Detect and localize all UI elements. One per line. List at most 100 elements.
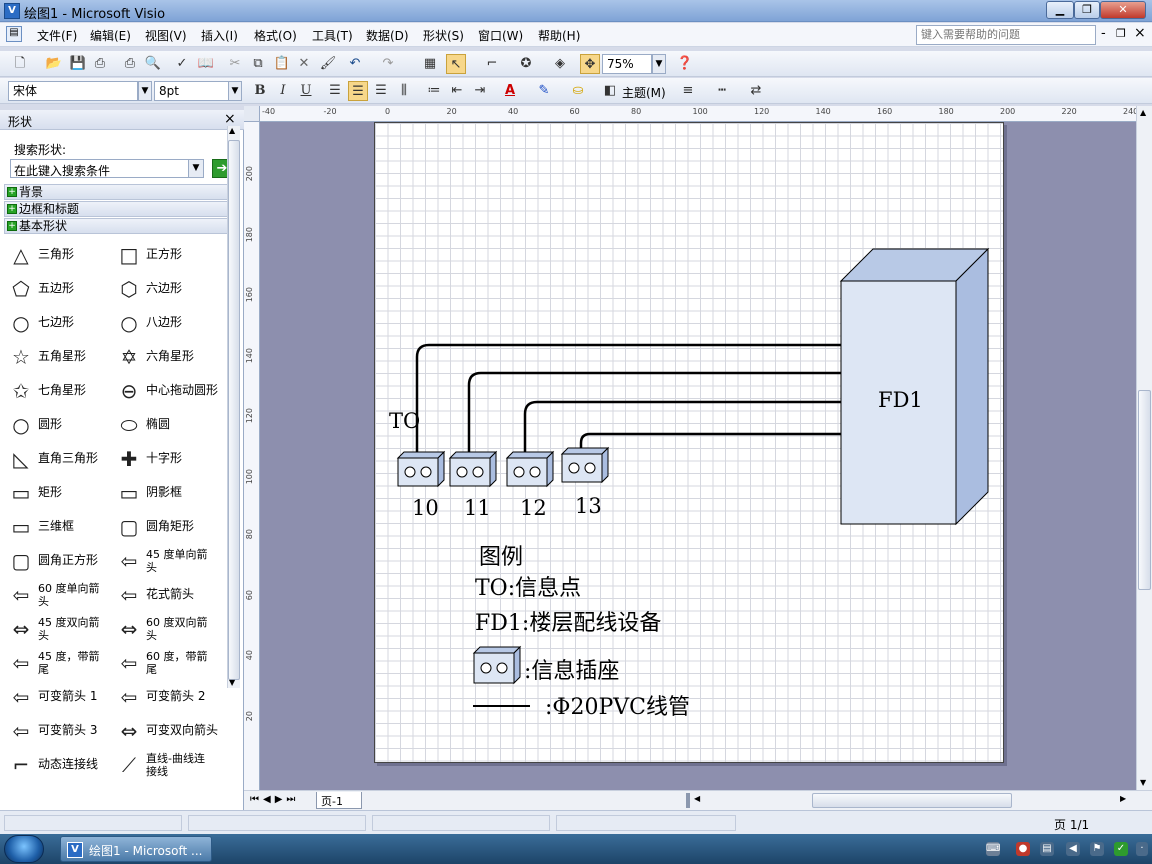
shape-item[interactable]: ⊖ 中心拖动圆形 (116, 376, 224, 406)
conduit-line-13[interactable] (579, 432, 841, 451)
menu-shape[interactable]: 形状(S) (423, 27, 464, 44)
drawing-canvas[interactable]: TO 10 11 12 13 FD1 图例 TO:信息点 FD1:楼层配线设备 … (260, 122, 1136, 790)
italic-button[interactable]: I (273, 81, 293, 101)
vertical-scrollbar[interactable]: ▲ ▼ (1136, 106, 1152, 790)
outlet-13[interactable] (560, 446, 610, 484)
keyboard-icon[interactable]: ⌨ (986, 842, 1000, 856)
shape-item[interactable]: ⬠ 五边形 (8, 274, 116, 304)
mdi-close-button[interactable]: × (1134, 25, 1146, 41)
document-icon[interactable]: ▤ (6, 26, 22, 42)
zoom-combo[interactable]: 75% (602, 54, 652, 74)
bullets-icon[interactable]: ≔ (424, 81, 444, 101)
cut-icon[interactable]: ✂ (225, 54, 245, 74)
legend-pipe-text[interactable]: :Φ20PVC线管 (545, 689, 690, 721)
bold-button[interactable]: B (250, 81, 270, 101)
menu-window[interactable]: 窗口(W) (478, 27, 523, 44)
shape-item[interactable]: ⇦ 可变箭头 3 (8, 716, 116, 746)
outlet-number-13[interactable]: 13 (575, 494, 602, 518)
shape-item[interactable]: ⇔ 可变双向箭头 (116, 716, 224, 746)
preview-icon[interactable]: 🔍 (143, 54, 163, 74)
restore-button[interactable]: ❐ (1074, 1, 1100, 19)
shapes-panel-close-button[interactable]: × (224, 111, 236, 127)
shapes-scroll-thumb[interactable] (228, 140, 240, 680)
shape-item[interactable]: ⌐ 动态连接线 (8, 750, 116, 780)
shape-item[interactable]: △ 三角形 (8, 240, 116, 270)
fd1-label[interactable]: FD1 (878, 388, 923, 412)
shape-item[interactable]: ⇔ 60 度双向箭头 (116, 614, 224, 644)
connection-point-icon[interactable]: ✪ (516, 54, 536, 74)
search-dropdown-icon[interactable]: ▼ (188, 160, 203, 177)
line-weight-icon[interactable]: ≡ (678, 81, 698, 101)
shape-item[interactable]: ⇦ 60 度，带箭尾 (116, 648, 224, 678)
minimize-button[interactable]: ▁ (1046, 1, 1074, 19)
legend-outlet-text[interactable]: :信息插座 (524, 653, 619, 685)
scroll-down-icon[interactable]: ▼ (1140, 778, 1146, 787)
shape-item[interactable]: ⬭ 椭圆 (116, 410, 224, 440)
outlet-number-12[interactable]: 12 (520, 496, 547, 520)
legend-to[interactable]: TO:信息点 (475, 570, 581, 602)
menu-help[interactable]: 帮助(H) (538, 27, 580, 44)
mdi-restore-button[interactable]: ❐ (1116, 27, 1126, 40)
page-tab[interactable]: 页-1 (316, 792, 362, 809)
menu-view[interactable]: 视图(V) (145, 27, 187, 44)
scroll-right-icon[interactable]: ▶ (1120, 794, 1126, 803)
outlet-12[interactable] (505, 450, 555, 488)
undo-icon[interactable]: ↶ (345, 54, 365, 74)
save-icon[interactable]: 💾 (68, 54, 88, 74)
theme-icon[interactable]: ◧ (600, 81, 620, 101)
menu-format[interactable]: 格式(O) (254, 27, 297, 44)
shape-item[interactable]: □ 正方形 (116, 240, 224, 270)
page-nav-icons[interactable]: ⏮◀▶⏭ (250, 794, 299, 805)
pan-zoom-icon[interactable]: ✥ (580, 54, 600, 74)
show-desktop-icon[interactable]: · (1136, 842, 1148, 856)
legend-title[interactable]: 图例 (479, 539, 523, 571)
decrease-indent-icon[interactable]: ⇤ (447, 81, 467, 101)
help-search-input[interactable] (916, 25, 1096, 45)
shapes-scrollbar[interactable]: ▲ ▼ (227, 126, 240, 688)
shape-item[interactable]: ⟋ 直线-曲线连 接线 (116, 750, 224, 780)
shape-item[interactable]: ✡ 六角星形 (116, 342, 224, 372)
increase-indent-icon[interactable]: ⇥ (470, 81, 490, 101)
open-icon[interactable]: 📂 (44, 54, 64, 74)
drawing-page[interactable]: TO 10 11 12 13 FD1 图例 TO:信息点 FD1:楼层配线设备 … (374, 122, 1004, 763)
horizontal-scroll-thumb[interactable] (812, 793, 1012, 808)
shape-item[interactable]: ⬡ 六边形 (116, 274, 224, 304)
pointer-tool-icon[interactable]: ↖ (446, 54, 466, 74)
format-painter-icon[interactable]: 🖌 (318, 54, 338, 74)
shape-item[interactable]: ▭ 三维框 (8, 512, 116, 542)
conduit-line-10[interactable] (415, 343, 841, 455)
taskbar-visio-button[interactable]: V 绘图1 - Microsoft ... (60, 836, 212, 862)
shape-item[interactable]: ▭ 阴影框 (116, 478, 224, 508)
stencil-borders-titles[interactable]: + 边框和标题 (4, 201, 240, 217)
size-combo[interactable]: 8pt (154, 81, 230, 101)
shape-item[interactable]: ✩ 七角星形 (8, 376, 116, 406)
help-icon[interactable]: ❓ (675, 54, 695, 74)
line-pattern-icon[interactable]: ┅ (712, 81, 732, 101)
delete-icon[interactable]: ✕ (294, 54, 314, 74)
tab-splitter[interactable] (686, 793, 690, 808)
align-center-icon[interactable]: ☰ (348, 81, 368, 101)
paste-icon[interactable]: 📋 (272, 54, 292, 74)
scroll-up-icon[interactable]: ▲ (1140, 108, 1146, 117)
shape-item[interactable]: ⇦ 60 度单向箭头 (8, 580, 116, 610)
shape-item[interactable]: ○ 八边形 (116, 308, 224, 338)
size-dropdown-icon[interactable]: ▼ (228, 81, 242, 101)
outlet-number-10[interactable]: 10 (412, 496, 439, 520)
print-preview-icon[interactable]: ⎙ (90, 54, 110, 74)
shape-item[interactable]: ○ 七边形 (8, 308, 116, 338)
menu-data[interactable]: 数据(D) (366, 27, 409, 44)
shape-item[interactable]: ◺ 直角三角形 (8, 444, 116, 474)
stencil-background[interactable]: + 背景 (4, 184, 240, 200)
scroll-left-icon[interactable]: ◀ (694, 794, 700, 803)
redo-icon[interactable]: ↷ (378, 54, 398, 74)
shape-item[interactable]: ⇦ 花式箭头 (116, 580, 224, 610)
to-label[interactable]: TO (389, 409, 420, 433)
vertical-scroll-thumb[interactable] (1138, 390, 1151, 590)
outlet-11[interactable] (448, 450, 498, 488)
spelling-icon[interactable]: ✓ (172, 54, 192, 74)
shape-item[interactable]: ○ 圆形 (8, 410, 116, 440)
line-ends-icon[interactable]: ⇄ (746, 81, 766, 101)
mdi-minimize-button[interactable]: - (1101, 26, 1106, 41)
justify-icon[interactable]: ⫼ (394, 81, 414, 101)
update-icon[interactable]: ✓ (1114, 842, 1128, 856)
